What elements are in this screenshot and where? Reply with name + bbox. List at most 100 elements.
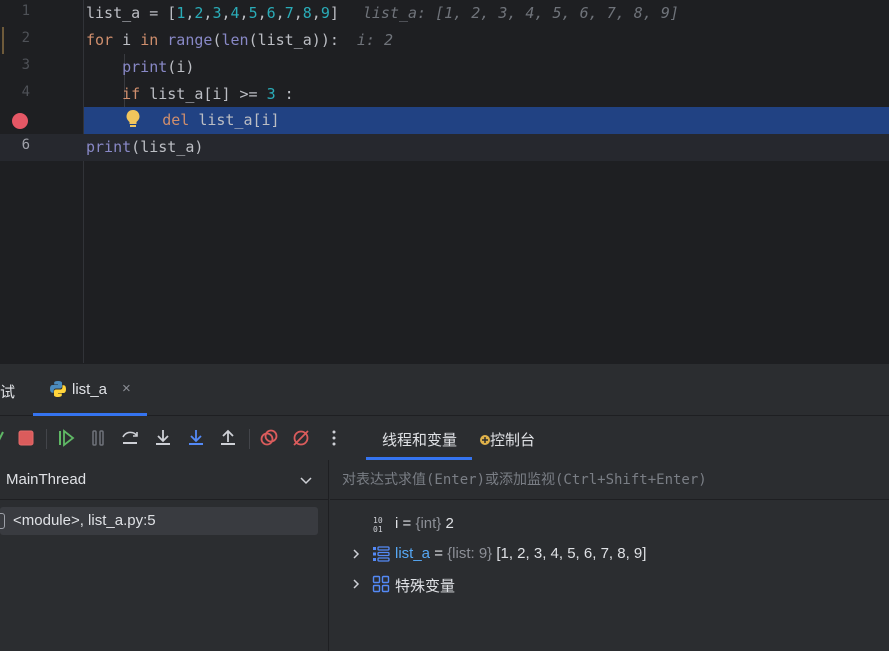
identifier: list_a <box>257 31 312 49</box>
code-line-5[interactable]: del list_a[i] <box>84 107 889 134</box>
debug-toolbar: 线程和变量 控制台 <box>0 417 889 460</box>
rerun-icon[interactable] <box>0 427 14 449</box>
pause-button[interactable] <box>87 427 109 449</box>
evaluate-bar <box>330 460 889 500</box>
equals: = <box>430 545 448 562</box>
number: 4 <box>230 4 240 22</box>
gutter-line-5[interactable] <box>0 107 84 134</box>
more-options-icon[interactable] <box>323 427 345 449</box>
svg-text:10: 10 <box>373 516 383 525</box>
resume-button[interactable] <box>55 427 77 449</box>
paren: ) <box>311 31 321 49</box>
step-into-my-code-button[interactable] <box>185 427 207 449</box>
chevron-right-icon[interactable] <box>350 547 362 559</box>
variable-row-i[interactable]: 10 01 i = {int} 2 <box>330 510 889 538</box>
frame-icon <box>0 513 5 529</box>
special-vars-icon <box>372 575 390 593</box>
gutter-line-2[interactable]: 2 <box>0 27 84 54</box>
operator: >= <box>230 85 267 103</box>
variable-value: 2 <box>441 515 454 532</box>
builtin-function: print <box>122 58 168 76</box>
comma: , <box>275 4 285 22</box>
mute-breakpoints-button[interactable] <box>290 427 312 449</box>
list-icon <box>372 545 390 563</box>
inline-value-hint: i: 2 <box>356 31 393 49</box>
bracket: ] <box>329 4 339 22</box>
variable-type: {list: 9} <box>447 545 493 562</box>
variable-text: i = {int} 2 <box>395 515 454 532</box>
comma: , <box>239 4 249 22</box>
chevron-right-icon[interactable] <box>350 577 362 589</box>
step-out-button[interactable] <box>217 427 239 449</box>
line-number: 4 <box>21 84 30 100</box>
index: [i] <box>203 85 231 103</box>
debug-tool-window: 试 list_a × 线程和变量 控制台 MainThread <module>… <box>0 363 889 651</box>
number: 5 <box>248 4 258 22</box>
bracket: [ <box>167 4 177 22</box>
debug-tool-title: 试 <box>0 384 16 401</box>
tab-threads-variables[interactable]: 线程和变量 <box>382 429 457 450</box>
variable-value: [1, 2, 3, 4, 5, 6, 7, 8, 9] <box>492 545 647 562</box>
variable-text: 特殊变量 <box>395 575 455 596</box>
step-over-button[interactable] <box>119 427 141 449</box>
stack-frame-row[interactable]: <module>, list_a.py:5 <box>0 507 318 535</box>
stop-button[interactable] <box>15 427 37 449</box>
editor-gutter[interactable]: 1 2 3 4 6 <box>0 0 84 363</box>
paren: ( <box>248 31 258 49</box>
paren: ) <box>185 58 195 76</box>
variable-row-list-a[interactable]: list_a = {list: 9} [1, 2, 3, 4, 5, 6, 7,… <box>330 540 889 568</box>
index: [i] <box>252 111 280 129</box>
keyword: if <box>122 85 141 103</box>
frames-panel: MainThread <module>, list_a.py:5 <box>0 460 329 651</box>
code-line-2[interactable]: for i in range(len(list_a)): i: 2 <box>84 27 889 54</box>
gutter-line-6[interactable]: 6 <box>0 134 84 161</box>
number: 9 <box>320 4 330 22</box>
toolbar-separator <box>249 429 250 449</box>
gutter-line-1[interactable]: 1 <box>0 0 84 27</box>
code-editor[interactable]: 1 2 3 4 6 list_a = [1,2,3,4,5,6,7,8,9] li… <box>0 0 889 363</box>
tab-label: list_a <box>72 381 108 398</box>
builtin-function: range <box>167 31 213 49</box>
identifier: i <box>176 58 186 76</box>
code-line-4[interactable]: if list_a[i] >= 3 : <box>84 81 889 108</box>
tab-console[interactable]: 控制台 <box>490 429 535 450</box>
inline-value-hint: list_a: [1, 2, 3, 4, 5, 6, 7, 8, 9] <box>362 4 679 22</box>
variable-row-special[interactable]: 特殊变量 <box>330 570 889 598</box>
comma: , <box>221 4 231 22</box>
keyword: del <box>162 111 190 129</box>
breakpoint-icon[interactable] <box>12 113 28 129</box>
identifier: i <box>113 31 141 49</box>
colon: : <box>329 31 339 49</box>
line-number: 2 <box>21 30 30 46</box>
evaluate-expression-input[interactable] <box>342 469 882 491</box>
code-line-6[interactable]: print(list_a) <box>84 134 889 161</box>
active-tab-indicator <box>33 413 147 416</box>
chevron-down-icon <box>298 472 314 488</box>
toolbar-separator <box>46 429 47 449</box>
code-line-3[interactable]: print(i) <box>84 54 889 81</box>
variables-panel: 1001 i = {int} 2 list_a = {list: 9} [1, … <box>330 460 889 651</box>
number: 6 <box>266 4 276 22</box>
close-icon[interactable]: × <box>122 380 131 397</box>
thread-selector[interactable]: MainThread <box>0 460 329 500</box>
debug-tab-bar: 试 list_a × <box>0 364 889 416</box>
stack-frame-label: <module>, list_a.py:5 <box>13 512 156 529</box>
paren: ( <box>167 58 177 76</box>
line-number: 1 <box>21 3 30 19</box>
step-into-button[interactable] <box>152 427 174 449</box>
number: 1 <box>176 4 186 22</box>
paren: ) <box>320 31 330 49</box>
tab-list-a[interactable]: list_a × <box>33 372 147 416</box>
gutter-line-4[interactable]: 4 <box>0 81 84 108</box>
line-number: 6 <box>21 137 30 153</box>
lightbulb-icon[interactable] <box>122 108 144 130</box>
variable-type: {int} <box>415 515 442 532</box>
builtin-function: print <box>86 138 132 156</box>
code-line-1[interactable]: list_a = [1,2,3,4,5,6,7,8,9] list_a: [1, … <box>84 0 889 27</box>
gutter-line-3[interactable]: 3 <box>0 54 84 81</box>
view-breakpoints-button[interactable] <box>258 427 280 449</box>
number: 3 <box>266 85 276 103</box>
